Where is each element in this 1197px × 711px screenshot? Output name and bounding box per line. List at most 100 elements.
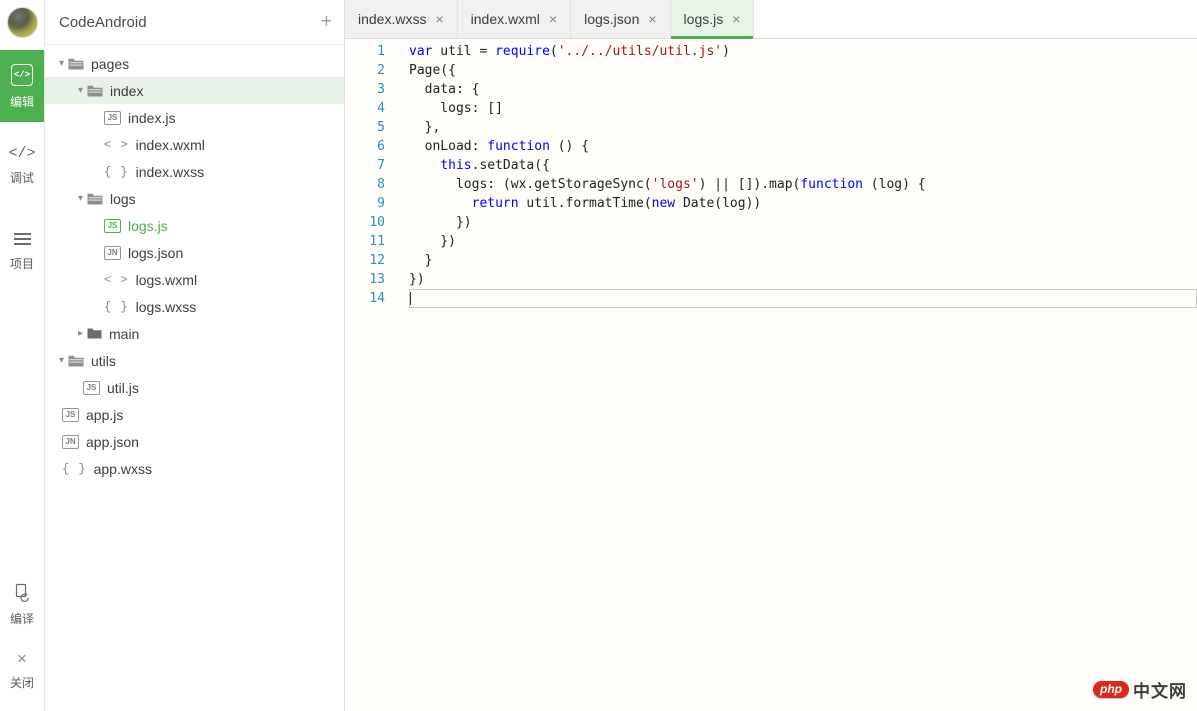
tree-item-index[interactable]: ▾index	[45, 77, 344, 104]
activity-item-label: 项目	[10, 255, 34, 272]
line-number: 3	[345, 80, 385, 99]
activity-item-debug[interactable]: </> 调试	[0, 136, 44, 195]
add-file-button[interactable]: +	[321, 11, 332, 33]
tab-label: logs.js	[684, 11, 724, 27]
tree-item-app.wxss[interactable]: { } app.wxss	[45, 455, 344, 482]
code-boxed-icon: </>	[11, 64, 33, 86]
tree-item-logs.json[interactable]: JNlogs.json	[45, 239, 344, 266]
code-line-6[interactable]: 6 onLoad: function () {	[345, 137, 1197, 156]
tree-item-index.wxml[interactable]: < >index.wxml	[45, 131, 344, 158]
app-window: </>编辑</>调试项目 编译×关闭 CodeAndroid + ▾pages▾…	[0, 0, 1197, 711]
activity-item-close[interactable]: ×关闭	[0, 641, 44, 705]
activity-item-label: 编译	[10, 610, 34, 627]
tree-item-label: app.wxss	[94, 461, 152, 477]
tree-item-pages[interactable]: ▾pages	[45, 50, 344, 77]
tab-close-icon[interactable]: ×	[648, 12, 656, 26]
code-line-4[interactable]: 4 logs: []	[345, 99, 1197, 118]
activity-item-compile[interactable]: 编译	[0, 574, 44, 641]
code-line-8[interactable]: 8 logs: (wx.getStorageSync('logs') || []…	[345, 175, 1197, 194]
tree-item-label: index.wxml	[136, 137, 205, 153]
caret-down-icon[interactable]: ▾	[55, 355, 68, 366]
tree-item-logs.wxml[interactable]: < >logs.wxml	[45, 266, 344, 293]
tree-item-app.json[interactable]: JNapp.json	[45, 428, 344, 455]
line-content: data: {	[409, 80, 1197, 99]
tree-item-utils[interactable]: ▾ utils	[45, 347, 344, 374]
tab-index.wxml[interactable]: index.wxml ×	[458, 0, 571, 38]
tab-close-icon[interactable]: ×	[732, 12, 740, 26]
wxss-file-icon: { }	[104, 300, 129, 314]
wxss-file-icon: { }	[104, 165, 129, 179]
code-line-3[interactable]: 3 data: {	[345, 80, 1197, 99]
caret-down-icon[interactable]: ▾	[55, 58, 68, 69]
js-file-icon: JS	[104, 219, 121, 233]
js-file-icon: JS	[62, 408, 79, 422]
code-line-12[interactable]: 12 }	[345, 251, 1197, 270]
code-line-10[interactable]: 10 })	[345, 213, 1197, 232]
tree-item-logs[interactable]: ▾ logs	[45, 185, 344, 212]
php-cn-watermark: php 中文网	[1093, 677, 1187, 702]
tab-logs.json[interactable]: logs.json ×	[571, 0, 670, 38]
line-content: })	[409, 232, 1197, 251]
line-content: logs: []	[409, 99, 1197, 118]
tree-item-logs.wxss[interactable]: { } logs.wxss	[45, 293, 344, 320]
folder-open-icon	[87, 85, 103, 97]
line-number: 7	[345, 156, 385, 175]
line-number: 14	[345, 289, 385, 308]
activity-item-label: 调试	[10, 169, 34, 186]
tree-item-label: logs	[110, 191, 136, 207]
folder-open-icon	[68, 355, 84, 367]
tree-item-label: logs.wxss	[136, 299, 197, 315]
tree-item-logs.js[interactable]: JS logs.js	[45, 212, 344, 239]
tree-item-label: index.wxss	[136, 164, 204, 180]
line-number: 6	[345, 137, 385, 156]
activity-item-label: 关闭	[10, 674, 34, 691]
tab-label: index.wxml	[471, 11, 540, 27]
caret-down-icon[interactable]: ▾	[74, 193, 87, 204]
line-content: return util.formatTime(new Date(log))	[409, 194, 1197, 213]
line-content: this.setData({	[409, 156, 1197, 175]
code-line-5[interactable]: 5 },	[345, 118, 1197, 137]
tab-logs.js[interactable]: logs.js ×	[671, 0, 755, 38]
tree-item-label: logs.js	[128, 218, 168, 234]
tree-item-main[interactable]: ▸ main	[45, 320, 344, 347]
line-number: 11	[345, 232, 385, 251]
code-editor[interactable]: 1var util = require('../../utils/util.js…	[345, 39, 1197, 308]
caret-right-icon[interactable]: ▸	[74, 328, 87, 339]
file-tree: ▾pages▾indexJSindex.js< >index.wxml{ }in…	[45, 45, 344, 482]
tab-label: logs.json	[584, 11, 639, 27]
compile-icon	[12, 583, 32, 603]
activity-item-project[interactable]: 项目	[0, 221, 44, 281]
js-file-icon: JS	[83, 381, 100, 395]
tab-index.wxss[interactable]: index.wxss×	[345, 0, 458, 38]
tab-close-icon[interactable]: ×	[549, 12, 557, 26]
caret-down-icon[interactable]: ▾	[74, 85, 87, 96]
code-line-9[interactable]: 9 return util.formatTime(new Date(log))	[345, 194, 1197, 213]
code-line-2[interactable]: 2Page({	[345, 61, 1197, 80]
tab-close-icon[interactable]: ×	[435, 12, 443, 26]
tree-item-index.js[interactable]: JSindex.js	[45, 104, 344, 131]
code-line-7[interactable]: 7 this.setData({	[345, 156, 1197, 175]
line-content: })	[409, 270, 1197, 289]
line-number: 9	[345, 194, 385, 213]
wxss-file-icon: { }	[62, 462, 87, 476]
code-icon: </>	[8, 145, 35, 162]
line-number: 5	[345, 118, 385, 137]
tree-item-index.wxss[interactable]: { } index.wxss	[45, 158, 344, 185]
explorer-header: CodeAndroid +	[45, 0, 344, 45]
code-line-13[interactable]: 13})	[345, 270, 1197, 289]
folder-open-icon	[68, 58, 84, 70]
tab-strip: index.wxss× index.wxml × logs.json × logs.js ×	[345, 0, 754, 38]
wxml-file-icon: < >	[104, 273, 129, 287]
line-number: 4	[345, 99, 385, 118]
tree-item-app.js[interactable]: JSapp.js	[45, 401, 344, 428]
tree-item-label: logs.json	[128, 245, 183, 261]
user-avatar[interactable]	[7, 7, 38, 38]
activity-item-edit[interactable]: </>编辑	[0, 50, 44, 122]
tree-item-label: utils	[91, 353, 116, 369]
tree-item-label: main	[109, 326, 139, 342]
code-line-14[interactable]: 14	[345, 289, 1197, 308]
tree-item-util.js[interactable]: JSutil.js	[45, 374, 344, 401]
code-line-11[interactable]: 11 })	[345, 232, 1197, 251]
editor-area: index.wxss× index.wxml × logs.json × logs.js ×…	[345, 0, 1197, 711]
code-line-1[interactable]: 1var util = require('../../utils/util.js…	[345, 42, 1197, 61]
